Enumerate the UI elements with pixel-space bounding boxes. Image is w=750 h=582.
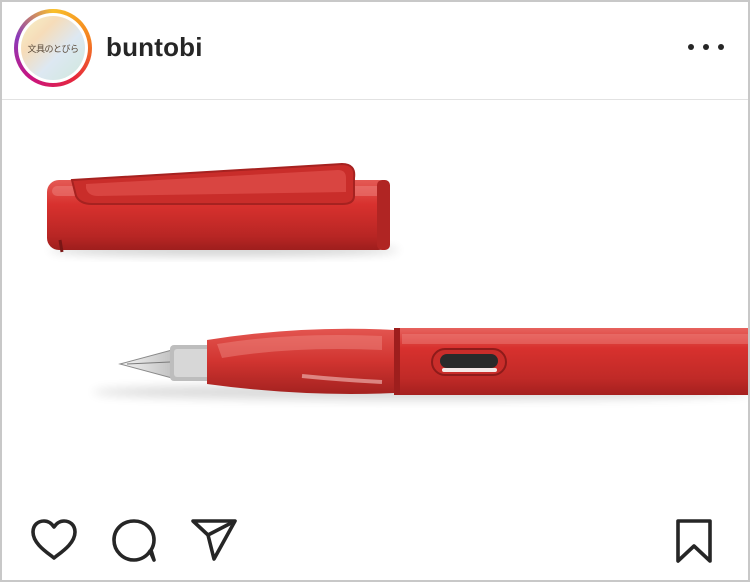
heart-icon	[31, 519, 77, 560]
pen-cap	[47, 162, 390, 253]
post-header: 文具のとびら buntobi	[2, 2, 748, 100]
comment-button[interactable]	[110, 518, 158, 569]
avatar[interactable]: 文具のとびら	[18, 13, 88, 83]
fountain-pen-photo	[47, 162, 748, 400]
post-image[interactable]	[2, 100, 748, 500]
pen-body	[118, 328, 748, 395]
share-button[interactable]	[190, 518, 238, 567]
like-button[interactable]	[30, 518, 78, 567]
story-ring[interactable]: 文具のとびら	[14, 9, 92, 87]
post-card: 文具のとびら buntobi	[0, 0, 750, 582]
more-options-icon[interactable]	[688, 34, 724, 60]
avatar-logo-text: 文具のとびら	[21, 16, 85, 80]
save-button[interactable]	[672, 518, 716, 569]
paper-plane-icon	[191, 519, 237, 561]
comment-bubble-icon	[112, 519, 156, 562]
username[interactable]: buntobi	[106, 32, 203, 63]
action-bar	[2, 508, 748, 580]
bookmark-icon	[676, 519, 712, 563]
